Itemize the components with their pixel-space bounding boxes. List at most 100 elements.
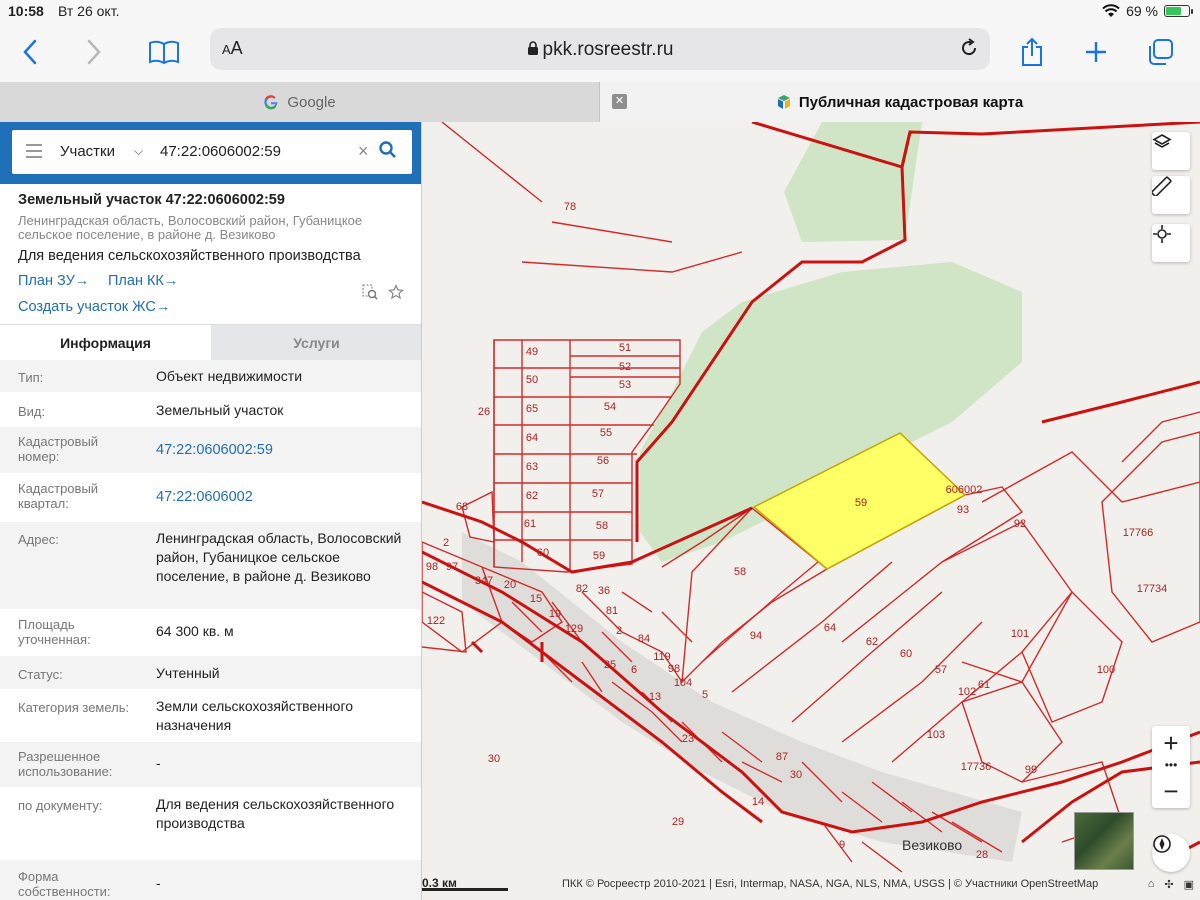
- parcel-label: 9: [839, 839, 845, 851]
- chevron-down-icon[interactable]: ⌵: [134, 144, 143, 159]
- search-icon[interactable]: [378, 140, 398, 165]
- locate-button[interactable]: [1152, 224, 1190, 262]
- tab-information[interactable]: Информация: [0, 325, 211, 361]
- parcel-label: 78: [564, 201, 576, 213]
- info-key: Кадастровый квартал:: [18, 481, 99, 511]
- parcel-label: 99: [1025, 764, 1037, 776]
- parcel-label: 23: [682, 733, 694, 745]
- tabs-overview-button[interactable]: [1140, 34, 1180, 70]
- back-button[interactable]: [10, 34, 50, 70]
- info-row-address: Адрес: Ленинградская область, Волосовски…: [0, 522, 421, 610]
- parcel-label: 49: [526, 346, 538, 358]
- parcel-label: 119: [653, 651, 671, 663]
- tab-google[interactable]: Google: [0, 82, 600, 122]
- parcel-label: 68: [456, 501, 468, 513]
- bookmarks-button[interactable]: [144, 34, 184, 70]
- parcel-label: 2: [443, 537, 449, 549]
- parcel-boundary: [1121, 411, 1200, 463]
- address-bar[interactable]: AA pkk.rosreestr.ru: [210, 28, 990, 70]
- parcel-label: 53: [619, 379, 631, 391]
- info-key: Адрес:: [18, 532, 59, 547]
- info-key: Кадастровый номер:: [18, 434, 99, 464]
- chevron-right-icon: [87, 39, 101, 65]
- clear-icon[interactable]: ×: [358, 141, 369, 162]
- tab-strip: Google ✕ Публичная кадастровая карта: [0, 82, 1200, 122]
- info-key: Разрешенное использование:: [18, 749, 113, 779]
- info-row-permitted-use: Разрешенное использование: -: [0, 742, 421, 788]
- cadastral-map[interactable]: 78 49 50 65 64 63 62 61 60 51 52 53 54 55 56 57 58 59 26 68…: [422, 122, 1200, 900]
- quarter-boundary: [1041, 380, 1200, 424]
- menu-icon[interactable]: [26, 144, 42, 162]
- parcel-title: Земельный участок 47:22:0606002:59: [18, 192, 285, 208]
- info-row-ownership: Форма собственности: -: [0, 860, 421, 900]
- parcel-label: 94: [750, 630, 762, 642]
- parcel-label: 57: [592, 488, 604, 500]
- tabs-icon: [1149, 39, 1173, 65]
- map-canvas[interactable]: 7849506564636261605152535455565758592668…: [422, 122, 1200, 900]
- layers-icon: [1152, 134, 1172, 148]
- info-value: Для ведения сельскохозяйственного произв…: [156, 796, 395, 831]
- reload-button[interactable]: [958, 37, 980, 64]
- crosshair-icon: [1153, 225, 1171, 243]
- share-map-icon[interactable]: ✣: [1164, 878, 1173, 891]
- parcel-label: 102: [958, 686, 976, 698]
- tab-services[interactable]: Услуги: [211, 325, 421, 361]
- compass-button[interactable]: [1152, 834, 1190, 872]
- info-key: Категория земель:: [18, 700, 130, 715]
- plus-icon: [1086, 42, 1106, 62]
- tab-pkk-title: Публичная кадастровая карта: [798, 93, 1024, 111]
- search-input[interactable]: 47:22:0606002:59: [160, 143, 281, 160]
- more-icon[interactable]: •••: [1152, 759, 1190, 774]
- parcel-label: 54: [604, 401, 616, 413]
- zoom-in-button[interactable]: +: [1152, 726, 1190, 760]
- plan-zu-link[interactable]: План ЗУ→: [18, 273, 89, 289]
- parcel-label: 63: [526, 461, 538, 473]
- parcel-label: 65: [526, 403, 538, 415]
- url-value: pkk.rosreestr.ru: [542, 39, 674, 60]
- plan-kk-link[interactable]: План КК→: [108, 273, 178, 289]
- tab-pkk[interactable]: ✕ Публичная кадастровая карта: [600, 82, 1200, 122]
- cadastral-number-link[interactable]: 47:22:0606002:59: [156, 441, 406, 460]
- battery-percent: 69 %: [1126, 3, 1158, 19]
- parcel-label: 56: [597, 455, 609, 467]
- create-parcel-link[interactable]: Создать участок ЖС→: [18, 299, 170, 315]
- info-value: Объект недвижимости: [156, 368, 303, 384]
- close-tab-icon[interactable]: ✕: [612, 94, 627, 109]
- forward-button[interactable]: [74, 34, 114, 70]
- parcel-label: 104: [674, 677, 692, 689]
- zoom-out-button[interactable]: −: [1152, 774, 1190, 808]
- home-icon[interactable]: ⌂: [1148, 878, 1155, 891]
- parcel-label: 30: [488, 753, 500, 765]
- cadastral-quarter-link[interactable]: 47:22:0606002: [156, 488, 406, 507]
- info-key: Площадь уточненная:: [18, 617, 91, 647]
- parcel-address: Ленинградская область, Волосовский район…: [18, 213, 363, 242]
- fullscreen-icon[interactable]: ▣: [1184, 878, 1194, 891]
- info-panel: Участки ⌵ 47:22:0606002:59 × ❮ Земельный…: [0, 122, 422, 900]
- category-select[interactable]: Участки: [60, 143, 115, 160]
- parcel-label: 347: [475, 575, 493, 587]
- parcel-label: 93: [957, 504, 969, 516]
- scale-line: [422, 888, 508, 891]
- info-value: Учтенный: [156, 665, 220, 681]
- parcel-use: Для ведения сельскохозяйственного произв…: [18, 248, 361, 264]
- create-parcel-label: Создать участок ЖС: [18, 299, 156, 315]
- share-button[interactable]: [1012, 34, 1052, 70]
- google-icon: [264, 95, 278, 110]
- star-icon[interactable]: [387, 283, 405, 305]
- parcel-label: 122: [427, 615, 445, 627]
- parcel-label: 14: [752, 796, 764, 808]
- parcel-label: 51: [619, 342, 631, 354]
- arrow-right-icon: →: [155, 299, 171, 315]
- basemap-thumbnail[interactable]: [1074, 812, 1134, 870]
- parcel-label: 5: [702, 689, 708, 701]
- plan-zu-label: План ЗУ: [18, 273, 75, 289]
- info-row-cadastral-quarter: Кадастровый квартал: 47:22:0606002: [0, 474, 421, 522]
- parcel-label: 59: [855, 497, 867, 509]
- info-key: Статус:: [18, 667, 63, 682]
- new-tab-button[interactable]: [1076, 34, 1116, 70]
- measure-button[interactable]: [1152, 176, 1190, 214]
- scale-bar: 0.3 км: [422, 876, 508, 891]
- zoom-to-icon[interactable]: [362, 284, 378, 305]
- status-date: Вт 26 окт.: [58, 3, 120, 19]
- layers-button[interactable]: [1152, 132, 1190, 170]
